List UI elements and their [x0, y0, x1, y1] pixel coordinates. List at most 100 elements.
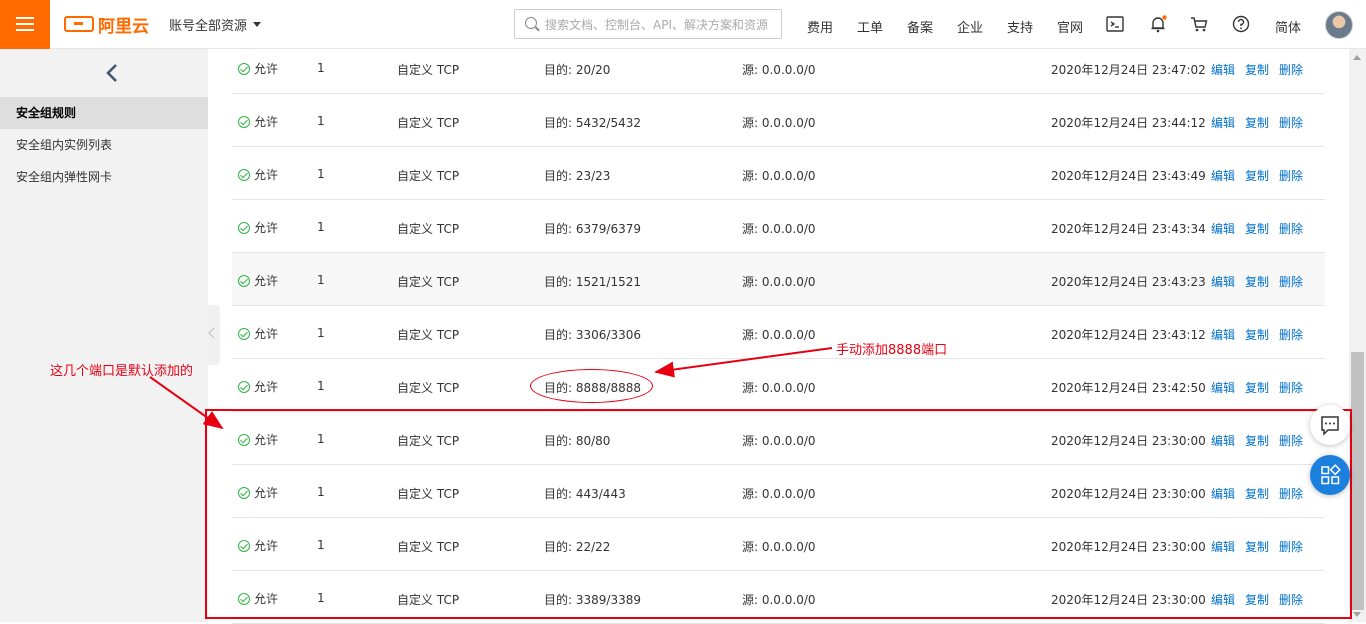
created-time-cell: 2020年12月24日 23:44:12: [1051, 116, 1206, 130]
protocol-cell: 自定义 TCP: [397, 63, 460, 77]
status-cell: 允许: [238, 113, 278, 130]
copy-link[interactable]: 复制: [1245, 167, 1269, 184]
check-circle-icon: [238, 380, 250, 393]
scroll-down-arrow-icon[interactable]: [1353, 612, 1361, 617]
priority-cell: 1: [317, 61, 325, 75]
status-cell: 允许: [238, 219, 278, 236]
apps-grid-icon: [1321, 464, 1341, 485]
status-label: 允许: [254, 62, 279, 76]
table-row: 允许 1 自定义 TCP 目的: 20/20 源: 0.0.0.0/0 2020年12月2…: [232, 41, 1325, 94]
language-switch[interactable]: 简体: [1275, 17, 1301, 36]
port-range-cell: 目的: 23/23: [544, 169, 611, 183]
table-row: 允许 1 自定义 TCP 目的: 8888/8888 源: 0.0.0.0/0 2020年…: [232, 359, 1325, 412]
delete-link[interactable]: 删除: [1279, 61, 1303, 78]
created-time-cell: 2020年12月24日 23:42:50: [1051, 381, 1206, 395]
priority-cell: 1: [317, 326, 325, 340]
source-cell: 源: 0.0.0.0/0: [742, 275, 816, 289]
edit-link[interactable]: 编辑: [1211, 273, 1235, 290]
status-label: 允许: [254, 327, 279, 341]
delete-link[interactable]: 删除: [1279, 273, 1303, 290]
priority-cell: 1: [317, 220, 325, 234]
source-cell: 源: 0.0.0.0/0: [742, 381, 816, 395]
cart-icon[interactable]: [1190, 15, 1208, 33]
status-label: 允许: [254, 380, 279, 394]
delete-link[interactable]: 删除: [1279, 379, 1303, 396]
copy-link[interactable]: 复制: [1245, 61, 1269, 78]
created-time-cell: 2020年12月24日 23:43:23: [1051, 275, 1206, 289]
account-label: 账号全部资源: [169, 18, 248, 34]
status-label: 允许: [254, 221, 279, 235]
status-label: 允许: [254, 168, 279, 182]
check-circle-icon: [238, 221, 250, 234]
manual-port-highlight-ellipse: [530, 369, 653, 403]
protocol-cell: 自定义 TCP: [397, 169, 460, 183]
table-row: 允许 1 自定义 TCP 目的: 5432/5432 源: 0.0.0.0/0 2020年…: [232, 94, 1325, 147]
nav-official-site[interactable]: 官网: [1057, 17, 1083, 36]
table-row: 允许 1 自定义 TCP 目的: 23/23 源: 0.0.0.0/0 2020年12月2…: [232, 147, 1325, 200]
table-row: 允许 1 自定义 TCP 目的: 3306/3306 源: 0.0.0.0/0 2020年…: [232, 306, 1325, 359]
delete-link[interactable]: 删除: [1279, 114, 1303, 131]
sidebar-item-security-group-rules[interactable]: 安全组规则: [0, 97, 208, 129]
apps-float-button[interactable]: [1310, 455, 1350, 495]
priority-cell: 1: [317, 114, 325, 128]
edit-link[interactable]: 编辑: [1211, 379, 1235, 396]
port-range-cell: 目的: 1521/1521: [544, 275, 641, 289]
search-placeholder: 搜索文档、控制台、API、解决方案和资源: [545, 17, 768, 32]
delete-link[interactable]: 删除: [1279, 220, 1303, 237]
terminal-icon[interactable]: [1106, 15, 1124, 33]
delete-link[interactable]: 删除: [1279, 326, 1303, 343]
protocol-cell: 自定义 TCP: [397, 275, 460, 289]
edit-link[interactable]: 编辑: [1211, 114, 1235, 131]
menu-icon[interactable]: [0, 0, 50, 49]
sidebar-item-network-interfaces[interactable]: 安全组内弹性网卡: [0, 161, 208, 193]
copy-link[interactable]: 复制: [1245, 114, 1269, 131]
aliyun-logo-icon: [64, 16, 94, 32]
status-cell: 允许: [238, 272, 278, 289]
help-icon[interactable]: [1232, 15, 1250, 33]
source-cell: 源: 0.0.0.0/0: [742, 169, 816, 183]
copy-link[interactable]: 复制: [1245, 326, 1269, 343]
nav-icp[interactable]: 备案: [907, 17, 933, 36]
user-avatar[interactable]: [1325, 11, 1353, 39]
port-range-cell: 目的: 20/20: [544, 63, 611, 77]
delete-link[interactable]: 删除: [1279, 167, 1303, 184]
copy-link[interactable]: 复制: [1245, 379, 1269, 396]
bell-icon[interactable]: [1149, 15, 1167, 33]
status-label: 允许: [254, 115, 279, 129]
chat-float-button[interactable]: [1310, 405, 1350, 445]
search-input[interactable]: 搜索文档、控制台、API、解决方案和资源: [514, 9, 782, 39]
edit-link[interactable]: 编辑: [1211, 220, 1235, 237]
back-arrow-icon[interactable]: [104, 63, 120, 83]
status-label: 允许: [254, 274, 279, 288]
source-cell: 源: 0.0.0.0/0: [742, 328, 816, 342]
annotation-manual-port: 手动添加8888端口: [836, 343, 948, 358]
nav-fees[interactable]: 费用: [807, 17, 833, 36]
copy-link[interactable]: 复制: [1245, 220, 1269, 237]
table-row: 允许 1 自定义 TCP 目的: 1521/1521 源: 0.0.0.0/0 2020年…: [232, 253, 1325, 306]
priority-cell: 1: [317, 167, 325, 181]
nav-enterprise[interactable]: 企业: [957, 17, 983, 36]
nav-support[interactable]: 支持: [1007, 17, 1033, 36]
account-resource-dropdown[interactable]: 账号全部资源: [169, 15, 262, 34]
created-time-cell: 2020年12月24日 23:43:49: [1051, 169, 1206, 183]
edit-link[interactable]: 编辑: [1211, 326, 1235, 343]
scrollbar-thumb[interactable]: [1351, 352, 1364, 610]
scroll-up-arrow-icon[interactable]: [1353, 55, 1361, 60]
search-icon: [525, 17, 537, 29]
priority-cell: 1: [317, 273, 325, 287]
logo[interactable]: 阿里云: [64, 12, 149, 37]
source-cell: 源: 0.0.0.0/0: [742, 222, 816, 236]
source-cell: 源: 0.0.0.0/0: [742, 116, 816, 130]
sidebar-item-instance-list[interactable]: 安全组内实例列表: [0, 129, 208, 161]
check-circle-icon: [238, 168, 250, 181]
caret-down-icon: [253, 21, 262, 27]
created-time-cell: 2020年12月24日 23:43:34: [1051, 222, 1206, 236]
logo-text: 阿里云: [98, 16, 149, 37]
edit-link[interactable]: 编辑: [1211, 167, 1235, 184]
status-cell: 允许: [238, 325, 278, 342]
nav-tickets[interactable]: 工单: [857, 17, 883, 36]
created-time-cell: 2020年12月24日 23:47:02: [1051, 63, 1206, 77]
copy-link[interactable]: 复制: [1245, 273, 1269, 290]
edit-link[interactable]: 编辑: [1211, 61, 1235, 78]
sidebar-collapse-handle[interactable]: [208, 305, 220, 365]
